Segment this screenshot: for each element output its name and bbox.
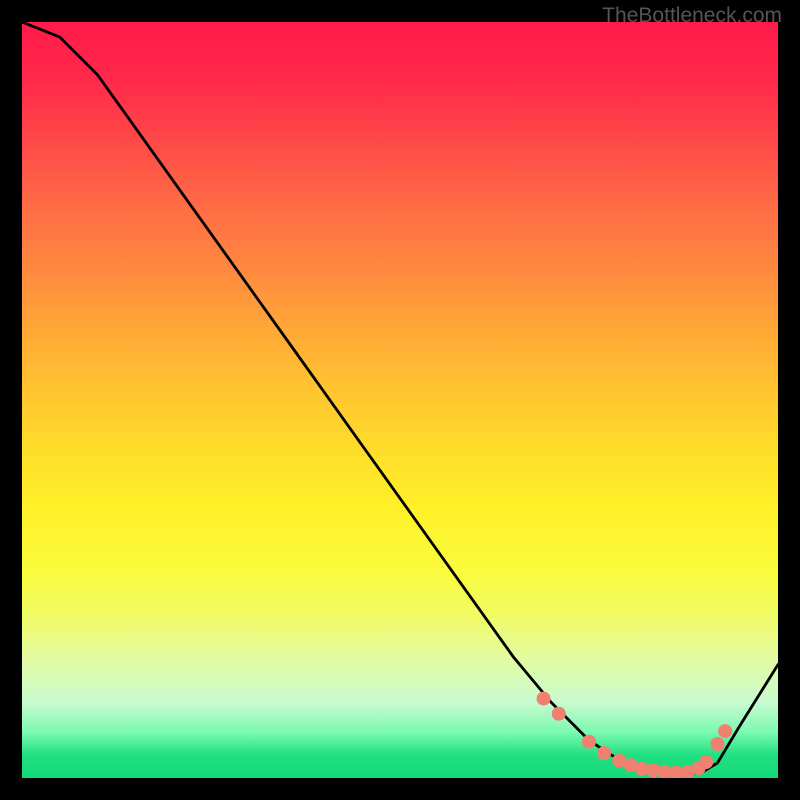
chart-background bbox=[22, 22, 778, 778]
watermark: TheBottleneck.com bbox=[602, 4, 782, 28]
